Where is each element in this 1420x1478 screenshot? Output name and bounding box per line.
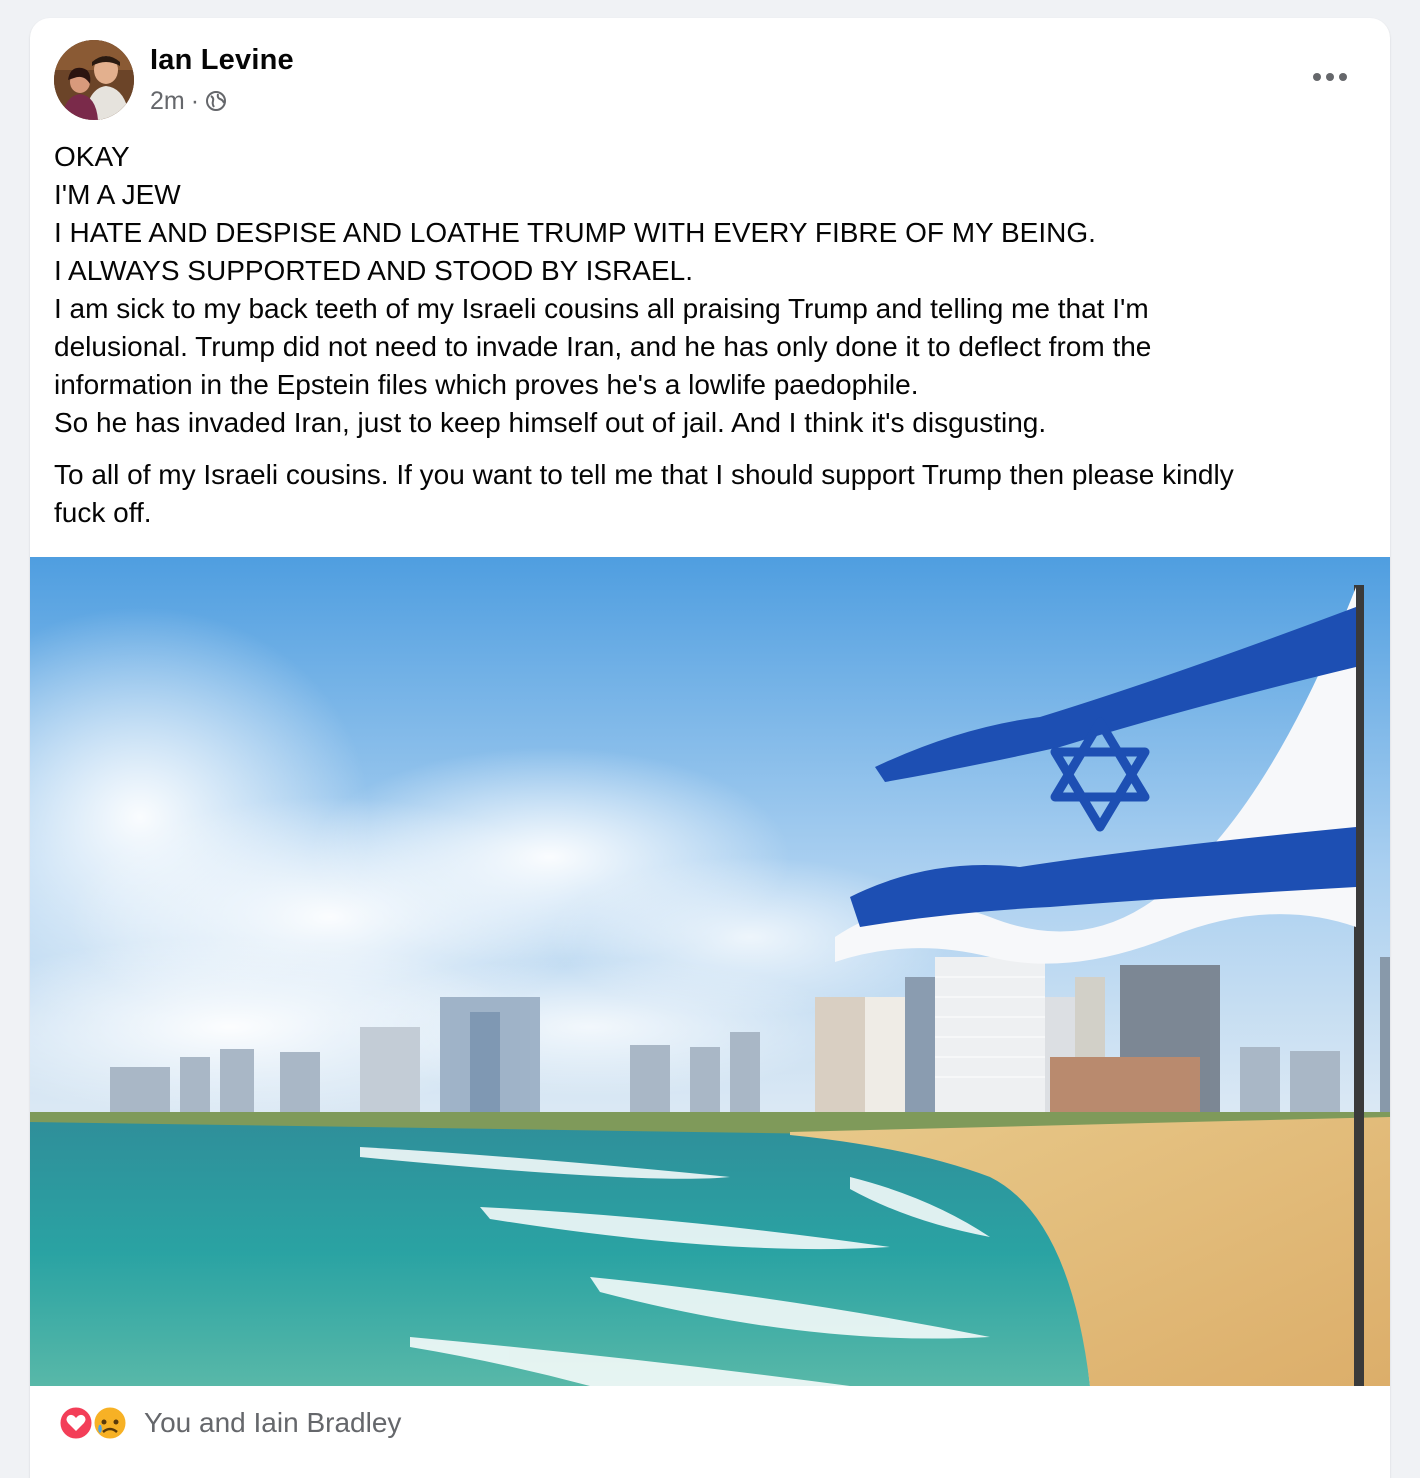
tel-aviv-beach-flag-image (30, 557, 1390, 1386)
author-name[interactable]: Ian Levine (150, 44, 294, 77)
post-meta: 2m · (150, 86, 227, 116)
meta-separator: · (190, 86, 200, 115)
post-body-line: I ALWAYS SUPPORTED AND STOOD BY ISRAEL. (54, 255, 694, 286)
post-body-line: I HATE AND DESPISE AND LOATHE TRUMP WITH… (54, 217, 1096, 248)
reactions-bar: You and Iain Bradley (30, 1388, 1390, 1458)
more-options-button[interactable] (1300, 60, 1360, 94)
post-header: Ian Levine 2m · (30, 18, 1390, 128)
post-body-line: To all of my Israeli cousins. If you wan… (54, 459, 1234, 490)
sad-reaction-icon (91, 1404, 129, 1442)
post-body: OKAY I'M A JEW I HATE AND DESPISE AND LO… (54, 138, 1364, 532)
post-body-line: fuck off. (54, 497, 152, 528)
post-body-line: information in the Epstein files which p… (54, 369, 919, 400)
post-body-line: So he has invaded Iran, just to keep him… (54, 407, 1047, 438)
post-card: Ian Levine 2m · OKAY I'M A JEW I HATE AN… (30, 18, 1390, 1478)
author-avatar[interactable] (54, 40, 134, 120)
post-photo[interactable] (30, 557, 1390, 1386)
more-horizontal-icon (1313, 73, 1347, 81)
post-body-line: OKAY (54, 141, 130, 172)
post-body-line: I am sick to my back teeth of my Israeli… (54, 293, 1149, 324)
avatar-photo (54, 40, 134, 120)
globe-icon[interactable] (205, 90, 227, 112)
post-timestamp[interactable]: 2m (150, 87, 185, 116)
post-body-line: delusional. Trump did not need to invade… (54, 331, 1152, 362)
reaction-names[interactable]: You and Iain Bradley (144, 1407, 401, 1439)
post-body-line: I'M A JEW (54, 179, 181, 210)
reaction-icons[interactable] (58, 1403, 134, 1443)
